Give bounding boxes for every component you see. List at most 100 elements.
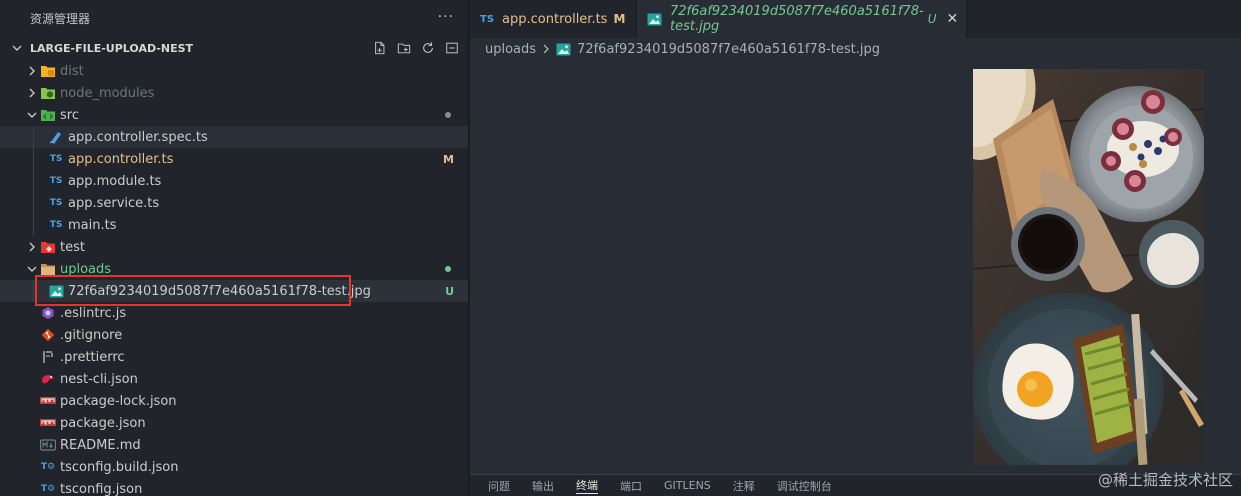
tree-folder-dist[interactable]: dist xyxy=(0,60,468,82)
tree-item-label: app.service.ts xyxy=(68,195,160,211)
panel-tab[interactable]: GITLENS xyxy=(664,479,711,492)
tree-item-label: main.ts xyxy=(68,217,117,233)
tree-folder-test[interactable]: test xyxy=(0,236,468,258)
panel-tab[interactable]: 输出 xyxy=(532,478,554,494)
tree-folder-uploads[interactable]: uploads xyxy=(0,258,468,280)
panel-tab[interactable]: 问题 xyxy=(488,478,510,494)
npm-icon xyxy=(40,415,56,431)
more-actions-icon[interactable]: ··· xyxy=(438,9,454,25)
project-section-header[interactable]: LARGE-FILE-UPLOAD-NEST xyxy=(0,36,468,60)
tab-image-preview[interactable]: 72f6af9234019d5087f7e460a5161f78-test.jp… xyxy=(637,0,967,38)
food-photo xyxy=(973,69,1204,465)
tree-file-item[interactable]: .eslintrc.js xyxy=(0,302,468,324)
git-status-badge: M xyxy=(443,152,454,166)
tree-file-item[interactable]: 72f6af9234019d5087f7e460a5161f78-test.jp… xyxy=(0,280,468,302)
chevron-right-icon xyxy=(24,85,40,101)
tree-file-item[interactable]: TS main.ts xyxy=(0,214,468,236)
panel-tab[interactable]: 注释 xyxy=(733,478,755,494)
breadcrumb-file[interactable]: 72f6af9234019d5087f7e460a5161f78-test.jp… xyxy=(577,42,880,57)
explorer-title-bar: 资源管理器 ··· xyxy=(0,0,468,36)
tree-item-label: nest-cli.json xyxy=(60,371,138,387)
git-status-dot xyxy=(445,266,451,272)
indent-guide xyxy=(33,192,34,214)
git-icon xyxy=(40,327,56,343)
tree-item-label: 72f6af9234019d5087f7e460a5161f78-test.jp… xyxy=(68,283,371,299)
explorer-title: 资源管理器 xyxy=(30,11,91,26)
tab-modified-badge: M xyxy=(613,12,626,26)
indent-guide xyxy=(33,170,34,192)
npm-icon xyxy=(40,393,56,409)
tree-file-item[interactable]: package.json xyxy=(0,412,468,434)
tree-item-label: node_modules xyxy=(60,85,155,101)
image-icon xyxy=(556,43,571,56)
refresh-icon[interactable] xyxy=(420,40,436,56)
new-file-icon[interactable] xyxy=(372,40,388,56)
tree-file-item[interactable]: TS app.module.ts xyxy=(0,170,468,192)
editor-tabs: TS app.controller.ts M 72f6af9234019d508… xyxy=(470,0,1241,38)
tab-label: app.controller.ts xyxy=(502,11,608,27)
panel-tab[interactable]: 端口 xyxy=(620,478,642,494)
tree-file-item[interactable]: TS app.controller.ts M xyxy=(0,148,468,170)
prettier-icon xyxy=(40,349,56,365)
tree-folder-src[interactable]: src xyxy=(0,104,468,126)
image-preview xyxy=(973,69,1204,465)
collapse-all-icon[interactable] xyxy=(444,40,460,56)
tree-item-label: app.controller.spec.ts xyxy=(68,129,208,145)
tree-file-item[interactable]: README.md xyxy=(0,434,468,456)
tab-label: 72f6af9234019d5087f7e460a5161f78-test.jp… xyxy=(670,4,924,34)
breadcrumb: uploads 72f6af9234019d5087f7e460a5161f78… xyxy=(470,38,1241,60)
breadcrumb-folder[interactable]: uploads xyxy=(485,42,536,57)
ts-icon: TS xyxy=(49,154,63,164)
tree-item-label: .gitignore xyxy=(60,327,123,343)
folder-dist-icon xyxy=(40,63,56,79)
git-status-badge: U xyxy=(445,284,454,298)
tree-file-item[interactable]: T ⚙ tsconfig.json xyxy=(0,478,468,496)
close-icon[interactable]: ✕ xyxy=(946,11,958,27)
tsconfig-icon: T ⚙ xyxy=(40,484,56,494)
tree-item-label: .prettierrc xyxy=(60,349,125,365)
tree-file-item[interactable]: package-lock.json xyxy=(0,390,468,412)
tree-item-label: .eslintrc.js xyxy=(60,305,127,321)
chevron-down-icon xyxy=(12,43,26,53)
new-folder-icon[interactable] xyxy=(396,40,412,56)
nest-icon xyxy=(40,371,56,387)
indent-guide xyxy=(33,126,34,148)
tab-app-controller[interactable]: TS app.controller.ts M xyxy=(470,0,637,38)
tree-file-item[interactable]: nest-cli.json xyxy=(0,368,468,390)
folder-icon xyxy=(40,261,56,277)
explorer-sidebar: 资源管理器 ··· LARGE-FILE-UPLOAD-NEST dist nod… xyxy=(0,0,469,496)
image-icon xyxy=(48,283,64,299)
chevron-right-icon xyxy=(24,239,40,255)
image-icon xyxy=(647,13,662,26)
tree-file-item[interactable]: .prettierrc xyxy=(0,346,468,368)
tree-file-item[interactable]: app.controller.spec.ts xyxy=(0,126,468,148)
panel-tab[interactable]: 终端 xyxy=(576,477,598,494)
ts-icon: TS xyxy=(49,220,63,230)
tree-item-label: test xyxy=(60,239,85,255)
tree-folder-node-modules[interactable]: node_modules xyxy=(0,82,468,104)
tree-item-label: app.module.ts xyxy=(68,173,162,189)
project-name: LARGE-FILE-UPLOAD-NEST xyxy=(30,41,194,55)
file-tree: dist node_modulessrc app.controller.spec.t… xyxy=(0,60,468,496)
tree-file-item[interactable]: .gitignore xyxy=(0,324,468,346)
editor-area: TS app.controller.ts M 72f6af9234019d508… xyxy=(470,0,1241,496)
chevron-down-icon xyxy=(24,261,40,277)
tree-file-item[interactable]: T ⚙ tsconfig.build.json xyxy=(0,456,468,478)
panel-tab[interactable]: 调试控制台 xyxy=(777,478,832,494)
tree-item-label: package-lock.json xyxy=(60,393,177,409)
folder-test-icon xyxy=(40,239,56,255)
eslint-icon xyxy=(40,305,56,321)
chevron-right-icon xyxy=(542,44,550,54)
tree-item-label: src xyxy=(60,107,79,123)
active-tab-indicator xyxy=(637,37,966,38)
tree-file-item[interactable]: TS app.service.ts xyxy=(0,192,468,214)
tree-item-label: app.controller.ts xyxy=(68,151,174,167)
tree-item-label: package.json xyxy=(60,415,146,431)
